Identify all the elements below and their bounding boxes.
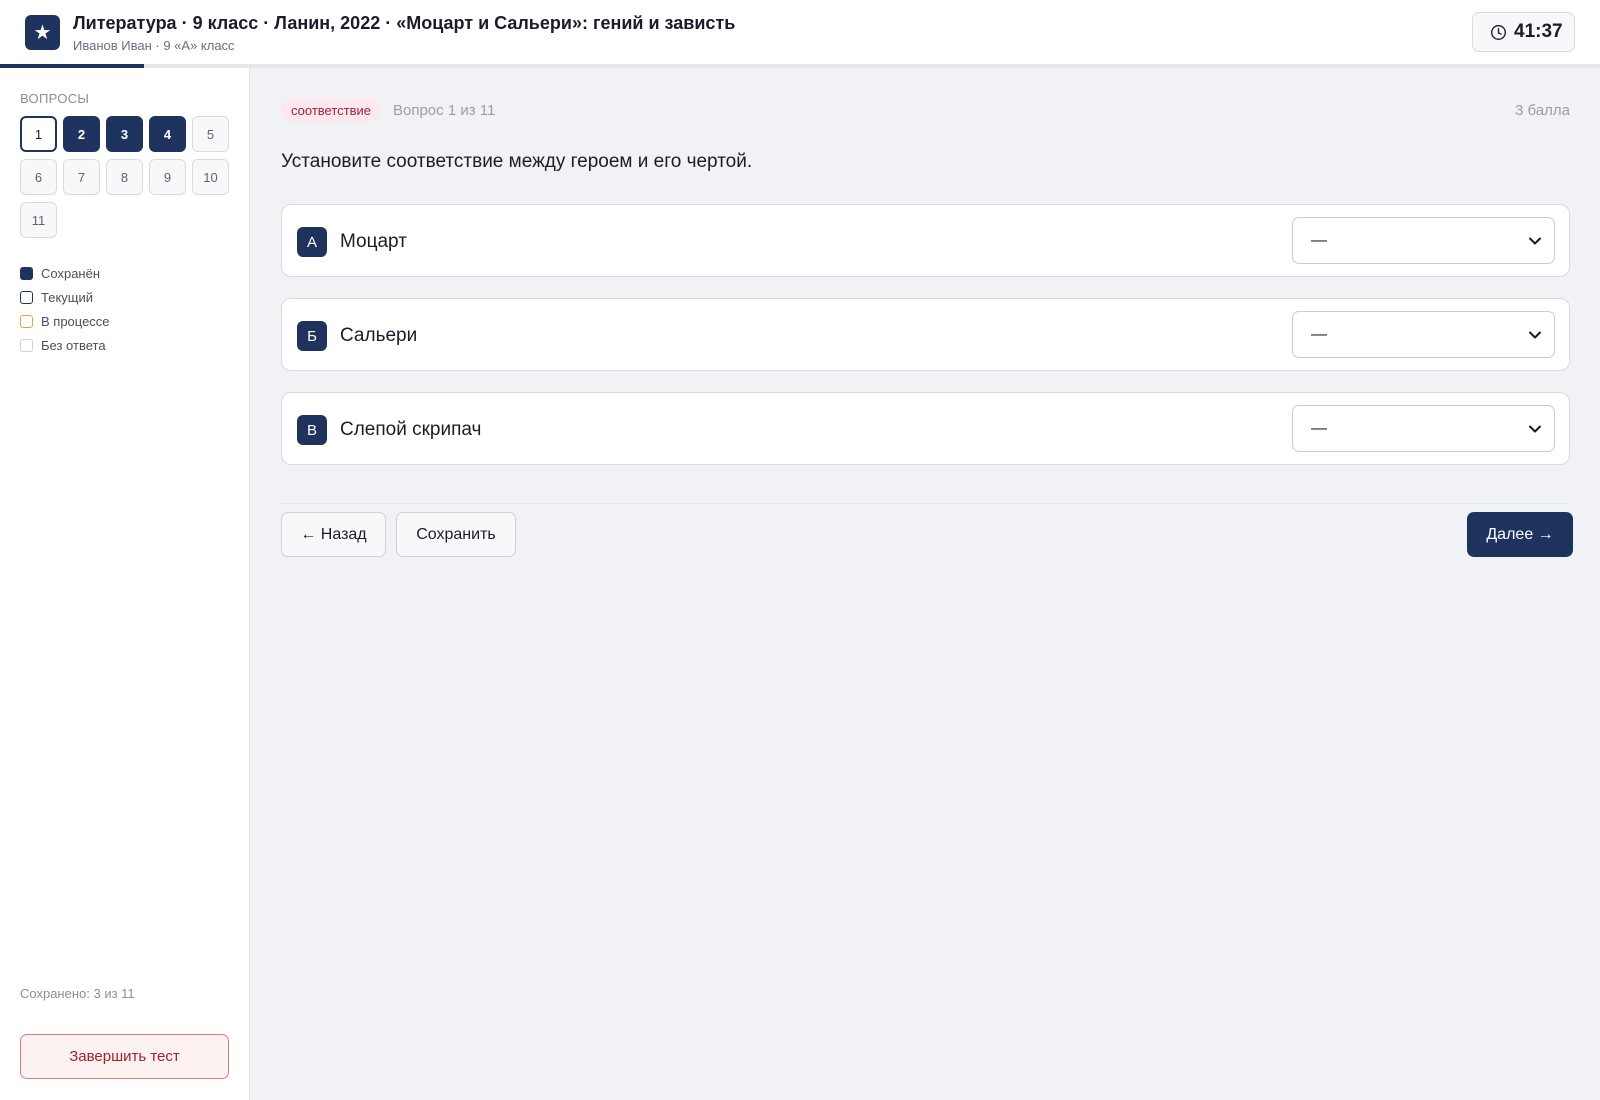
question-points: 3 балла [1515, 102, 1570, 119]
legend-in-progress-label: В процессе [41, 313, 110, 329]
top-bar: ★ Литература · 9 класс · Ланин, 2022 · «… [0, 0, 1600, 65]
question-nav-11[interactable]: 11 [20, 202, 57, 238]
question-nav-3[interactable]: 3 [106, 116, 143, 152]
legend-saved-label: Сохранён [41, 265, 101, 281]
hero-name: Моцарт [340, 231, 407, 252]
question-nav-6[interactable]: 6 [20, 159, 57, 195]
finish-test-button[interactable]: Завершить тест [20, 1034, 229, 1079]
question-type-badge: соответствие [281, 98, 381, 122]
select-value: — [1311, 231, 1327, 249]
question-nav-4[interactable]: 4 [149, 116, 186, 152]
timer-value: 41:37 [1514, 21, 1563, 42]
question-nav-1[interactable]: 1 [20, 116, 57, 152]
divider [281, 503, 1570, 504]
hero-name: Слепой скрипач [340, 419, 482, 440]
current-swatch [20, 290, 33, 304]
question-nav-5[interactable]: 5 [192, 116, 229, 152]
back-button[interactable]: ← Назад [281, 512, 386, 557]
saved-count: Сохранено: 3 из 11 [20, 986, 135, 1001]
question-nav-2[interactable]: 2 [63, 116, 100, 152]
row-letter: Б [297, 321, 327, 351]
question-number: Вопрос 1 из 11 [393, 102, 496, 119]
in-progress-swatch [20, 314, 33, 328]
status-legend: Сохранён Текущий В процессе Без ответа [20, 261, 110, 357]
question-nav-7[interactable]: 7 [63, 159, 100, 195]
save-button[interactable]: Сохранить [396, 512, 516, 557]
select-value: — [1311, 325, 1327, 343]
match-row: А Моцарт — [281, 204, 1570, 277]
question-nav-10[interactable]: 10 [192, 159, 229, 195]
legend-empty: Без ответа [20, 333, 110, 357]
student-info: Иванов Иван · 9 «А» класс [73, 38, 235, 53]
legend-current: Текущий [20, 285, 110, 309]
trait-select[interactable]: — [1292, 311, 1555, 358]
legend-empty-label: Без ответа [41, 337, 106, 353]
question-text: Установите соответствие между героем и е… [281, 151, 753, 172]
timer: 41:37 [1472, 12, 1575, 52]
test-title: Литература · 9 класс · Ланин, 2022 · «Мо… [73, 13, 736, 33]
clock-icon [1491, 24, 1506, 40]
legend-saved: Сохранён [20, 261, 110, 285]
star-logo-icon: ★ [25, 15, 60, 50]
sidebar: ВОПРОСЫ 1 2 3 4 5 6 7 8 9 10 11 Сохранён Текущий В… [0, 68, 250, 1100]
question-nav-9[interactable]: 9 [149, 159, 186, 195]
legend-current-label: Текущий [41, 289, 93, 305]
hero-name: Сальери [340, 325, 418, 346]
legend-in-progress: В процессе [20, 309, 110, 333]
next-button[interactable]: Далее → [1467, 512, 1573, 557]
question-nav-8[interactable]: 8 [106, 159, 143, 195]
empty-swatch [20, 338, 33, 352]
match-row: Б Сальери — [281, 298, 1570, 371]
match-row: В Слепой скрипач — [281, 392, 1570, 465]
row-letter: А [297, 227, 327, 257]
questions-heading: ВОПРОСЫ [20, 91, 90, 106]
chevron-down-icon [1529, 425, 1541, 433]
chevron-down-icon [1529, 237, 1541, 245]
row-letter: В [297, 415, 327, 445]
chevron-down-icon [1529, 331, 1541, 339]
trait-select[interactable]: — [1292, 217, 1555, 264]
trait-select[interactable]: — [1292, 405, 1555, 452]
select-value: — [1311, 419, 1327, 437]
saved-swatch [20, 266, 33, 280]
